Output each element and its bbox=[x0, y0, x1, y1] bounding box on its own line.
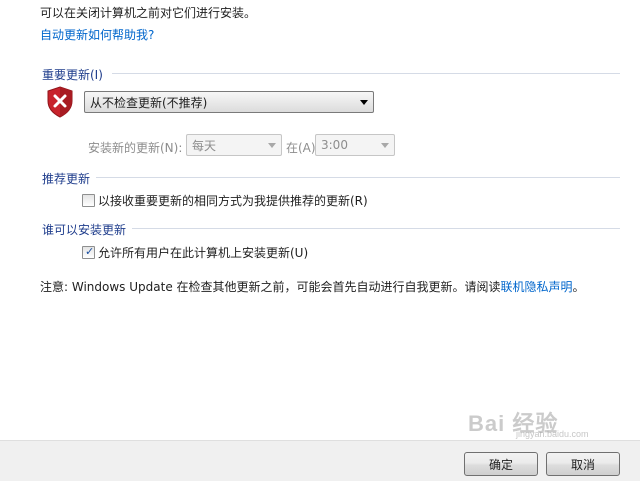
update-mode-select[interactable]: 从不检查更新(不推荐) bbox=[84, 91, 374, 113]
ok-button[interactable]: 确定 bbox=[464, 452, 538, 476]
important-updates-divider bbox=[112, 73, 620, 74]
dialog-footer bbox=[0, 440, 640, 481]
install-day-select[interactable]: 每天 bbox=[186, 134, 282, 156]
intro-text: 可以在关闭计算机之前对它们进行安装。 bbox=[40, 6, 257, 20]
recommended-updates-label[interactable]: 以接收重要更新的相同方式为我提供推荐的更新(R) bbox=[98, 192, 368, 209]
baidu-watermark-url: jingyan.baidu.com bbox=[516, 429, 589, 439]
checkmark-icon: ✓ bbox=[85, 245, 95, 258]
all-users-install-checkbox[interactable]: ✓ bbox=[82, 245, 95, 259]
help-link[interactable]: 自动更新如何帮助我? bbox=[40, 26, 154, 43]
chevron-down-icon bbox=[381, 143, 389, 148]
install-time-select[interactable]: 3:00 bbox=[315, 134, 395, 156]
shield-error-icon bbox=[47, 86, 73, 118]
who-can-install-title: 谁可以安装更新 bbox=[42, 223, 127, 237]
who-can-install-divider bbox=[132, 228, 620, 229]
install-time-value: 3:00 bbox=[321, 138, 348, 152]
at-label: 在(A) bbox=[286, 141, 316, 155]
note-suffix: 。 bbox=[572, 280, 585, 294]
chevron-down-icon bbox=[268, 143, 276, 148]
install-new-updates-label: 安装新的更新(N): bbox=[88, 141, 183, 155]
cancel-button[interactable]: 取消 bbox=[546, 452, 620, 476]
install-day-value: 每天 bbox=[192, 138, 217, 153]
recommended-updates-divider bbox=[96, 177, 620, 178]
note-text: 注意: Windows Update 在检查其他更新之前，可能会首先自动进行自我… bbox=[40, 280, 501, 294]
privacy-statement-link[interactable]: 联机隐私声明 bbox=[501, 280, 573, 294]
all-users-install-label[interactable]: 允许所有用户在此计算机上安装更新(U) bbox=[98, 244, 308, 261]
recommended-updates-title: 推荐更新 bbox=[42, 172, 91, 186]
recommended-updates-checkbox[interactable] bbox=[82, 194, 95, 207]
update-mode-value: 从不检查更新(不推荐) bbox=[90, 95, 208, 110]
note-line: 注意: Windows Update 在检查其他更新之前，可能会首先自动进行自我… bbox=[40, 278, 585, 295]
important-updates-title: 重要更新(I) bbox=[42, 68, 103, 82]
chevron-down-icon bbox=[360, 100, 368, 105]
